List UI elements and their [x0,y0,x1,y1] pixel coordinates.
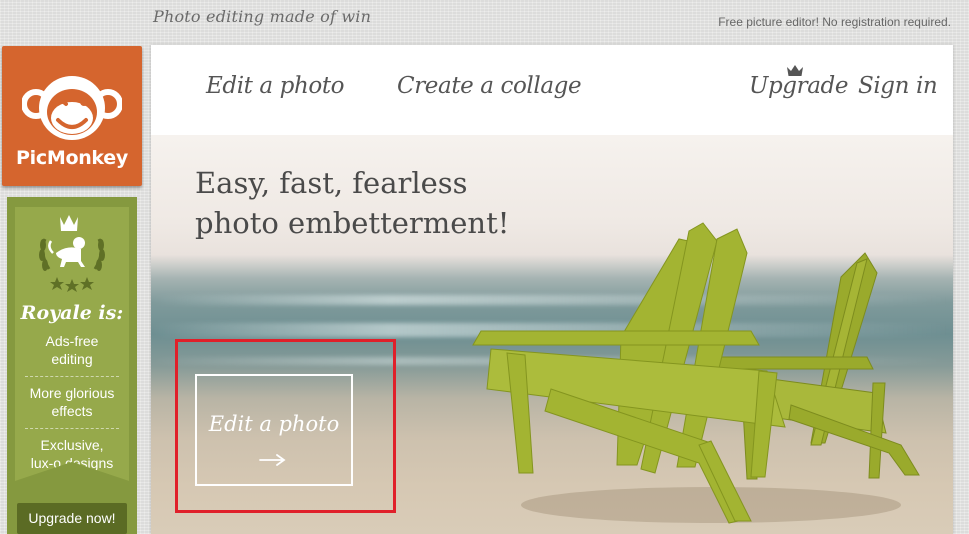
royale-divider [25,428,119,429]
hero-headline: Easy, fast, fearless photo embetterment! [195,166,510,240]
royale-title: Royale is: [20,302,124,324]
royale-divider [25,376,119,377]
crowned-monkey-laurel-icon [39,215,105,292]
nav-edit-photo[interactable]: Edit a photo [206,73,345,99]
main-panel: Edit a photo Create a collage Upgrade Si… [151,45,953,534]
picmonkey-logo[interactable]: PicMonkey [2,46,142,186]
royale-sidebar: Royale is: Ads-free editing More gloriou… [7,197,137,534]
nav-create-collage[interactable]: Create a collage [397,73,582,99]
free-editor-note: Free picture editor! No registration req… [718,15,951,29]
nav-sign-in[interactable]: Sign in [858,73,938,99]
monkey-face-icon [22,76,122,140]
upgrade-now-button[interactable]: Upgrade now! [17,503,127,534]
top-nav: Edit a photo Create a collage Upgrade Si… [151,45,953,135]
right-arrow-icon [259,454,286,466]
nav-upgrade[interactable]: Upgrade [749,73,848,99]
logo-wordmark: PicMonkey [16,147,128,169]
edit-photo-cta-label: Edit a photo [208,412,340,436]
royale-feature-effects: More glorious effects [29,385,115,419]
royale-banner: Royale is: Ads-free editing More gloriou… [15,207,129,481]
edit-photo-cta-button[interactable]: Edit a photo [195,374,353,486]
tagline: Photo editing made of win [153,7,372,26]
royale-feature-designs: Exclusive, lux-o designs [30,437,114,471]
hero-banner: Easy, fast, fearless photo embetterment!… [151,135,953,534]
royale-feature-ads-free: Ads-free editing [45,333,99,367]
